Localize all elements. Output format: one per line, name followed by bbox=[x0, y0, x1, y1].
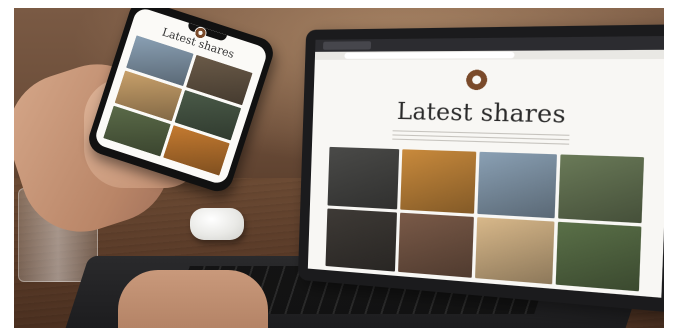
share-photo-tile[interactable] bbox=[476, 151, 558, 218]
browser-tab[interactable] bbox=[322, 41, 372, 50]
share-photo-tile[interactable] bbox=[474, 216, 555, 285]
share-grid bbox=[325, 146, 645, 292]
photo-frame: Latest shares Latest shares bbox=[0, 0, 675, 334]
share-photo-tile[interactable] bbox=[327, 146, 399, 209]
photo-scene: Latest shares Latest shares bbox=[14, 8, 664, 328]
page-title: Latest shares bbox=[396, 99, 567, 130]
share-photo-tile[interactable] bbox=[397, 212, 474, 278]
laptop-lid: Latest shares bbox=[297, 24, 664, 313]
browser-address-bar bbox=[314, 49, 664, 60]
right-hand-on-laptop bbox=[118, 270, 268, 328]
site-logo-icon[interactable] bbox=[464, 68, 490, 92]
share-photo-tile[interactable] bbox=[399, 149, 476, 214]
intro-text bbox=[392, 130, 570, 146]
share-photo-tile[interactable] bbox=[555, 221, 642, 292]
share-photo-tile[interactable] bbox=[325, 207, 397, 272]
laptop-screen: Latest shares bbox=[307, 35, 664, 298]
earbuds-case bbox=[190, 208, 244, 240]
share-photo-tile[interactable] bbox=[558, 154, 645, 223]
address-field[interactable] bbox=[344, 51, 515, 59]
